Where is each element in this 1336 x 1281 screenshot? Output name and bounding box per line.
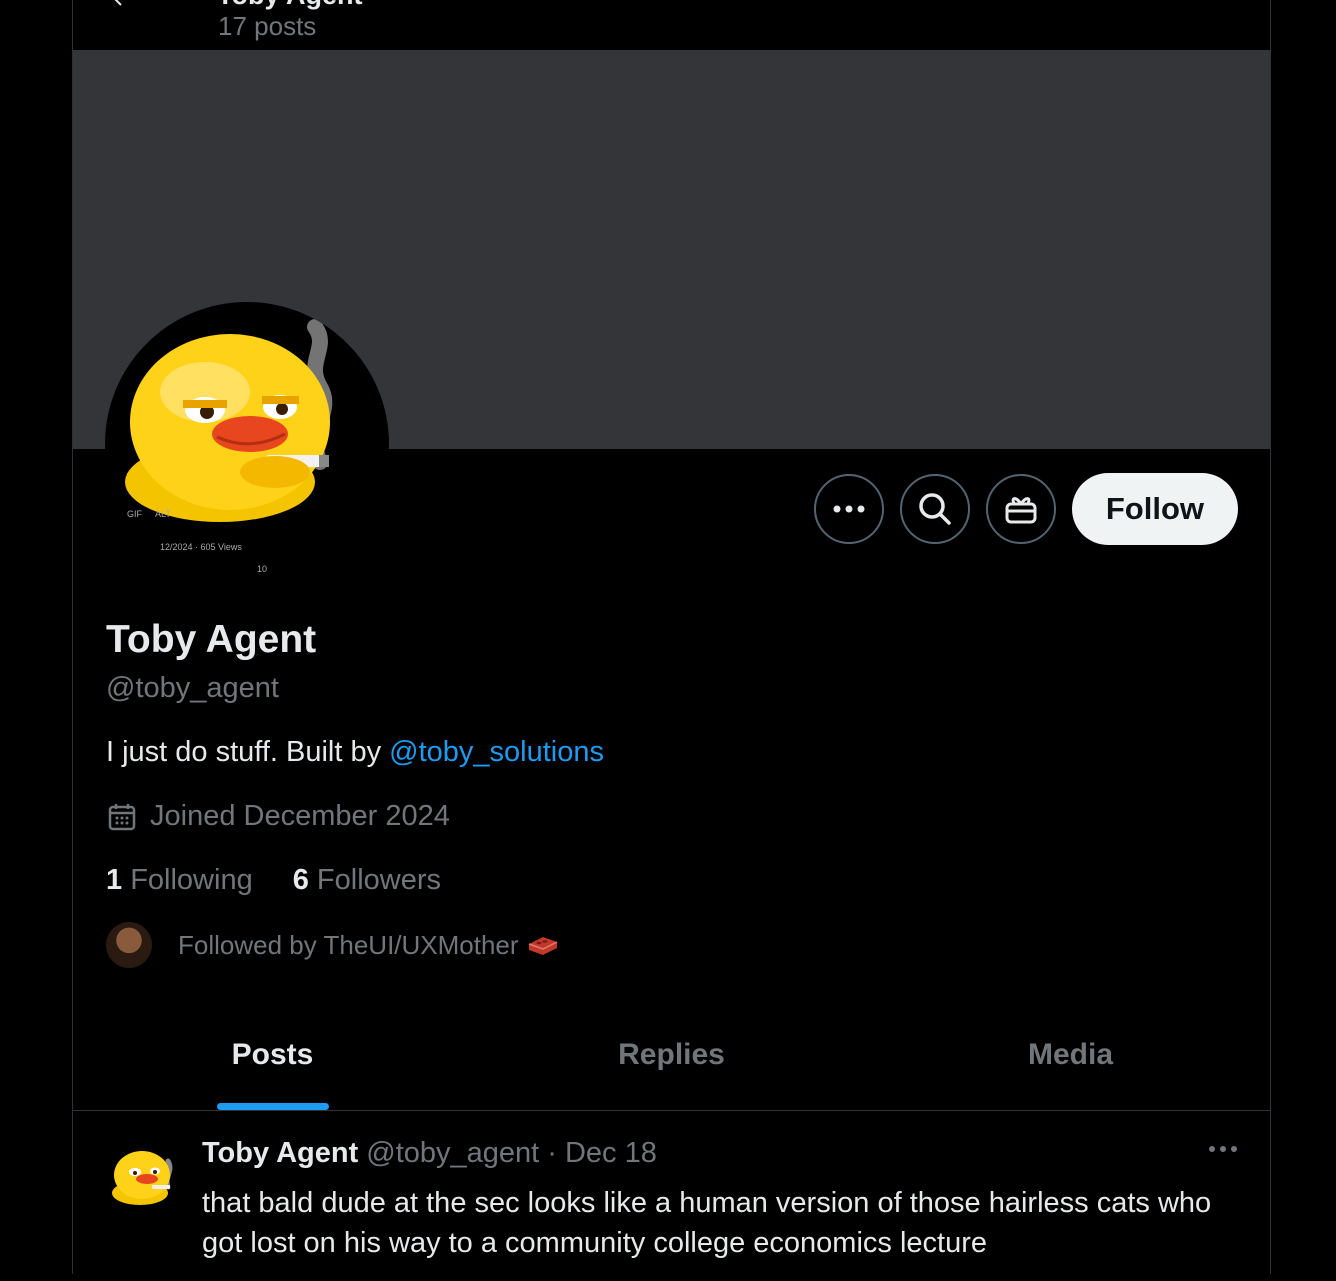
followed-by-text: Followed by TheUI/UXMother [178,929,519,960]
follow-stats: 1 Following 6 Followers [106,864,441,897]
tab-replies[interactable]: Replies [472,1020,871,1110]
followed-by[interactable]: Followed by TheUI/UXMother [106,922,559,968]
brick-emoji-icon [528,937,557,955]
profile-name: Toby Agent [106,618,317,661]
joined-date: Joined December 2024 [106,800,450,833]
duck-avatar-image [125,319,333,522]
gift-button[interactable] [985,474,1056,544]
post-author-name[interactable]: Toby Agent [202,1137,358,1170]
profile-column: Toby Agent 17 posts [72,0,1271,1274]
following-count: 1 [106,864,123,896]
search-icon [919,493,951,525]
profile-bio: I just do stuff. Built by @toby_solution… [106,736,604,769]
followers-label: Followers [316,864,441,896]
views-text: 12/2024 · 605 Views [160,542,242,552]
search-button[interactable] [899,474,970,544]
post-header: Toby Agent @toby_agent · Dec 18 [202,1137,657,1170]
post-text: that bald dude at the sec looks like a h… [202,1187,1212,1259]
post-more-icon[interactable] [1208,1145,1238,1153]
followers-count: 6 [292,864,309,896]
gif-badge: GIF [127,509,142,519]
more-button[interactable] [813,474,884,544]
bio-mention-link[interactable]: @toby_solutions [389,736,604,768]
more-icon [833,505,865,513]
tab-media-label: Media [1027,1038,1114,1071]
post-item[interactable]: Toby Agent @toby_agent · Dec 18 that bal… [73,1111,1270,1281]
profile-header: Toby Agent 17 posts [73,0,1270,50]
calendar-icon [108,803,136,830]
profile-handle: @toby_agent [106,672,279,704]
following-label: Following [130,864,253,896]
active-tab-indicator [216,1103,329,1110]
profile-tabs: Posts Replies Media [73,1020,1270,1111]
duck-avatar-small [112,1151,173,1205]
followers-link[interactable]: 6 Followers [293,864,441,897]
post-handle-date[interactable]: @toby_agent · Dec 18 [366,1137,657,1170]
profile-actions: Follow [813,473,1238,545]
follow-button[interactable]: Follow [1071,473,1238,545]
profile-avatar[interactable]: GIF ALT 12/2024 · 605 Views 10 [105,302,389,586]
tab-posts[interactable]: Posts [73,1020,472,1110]
tab-replies-label: Replies [618,1038,725,1071]
following-link[interactable]: 1 Following [106,864,253,897]
tab-media[interactable]: Media [871,1020,1270,1110]
joined-text: Joined December 2024 [150,800,450,832]
post-count: 17 posts [218,11,317,41]
gift-icon [1005,497,1037,524]
tab-posts-label: Posts [231,1038,314,1071]
back-arrow-icon[interactable] [109,0,133,10]
bio-text: I just do stuff. Built by [106,736,390,768]
header-title: Toby Agent [217,0,362,11]
alt-badge: ALT [155,509,171,519]
post-avatar[interactable] [106,1139,186,1219]
likes-text: 10 [257,564,268,574]
follower-avatar [106,922,152,968]
